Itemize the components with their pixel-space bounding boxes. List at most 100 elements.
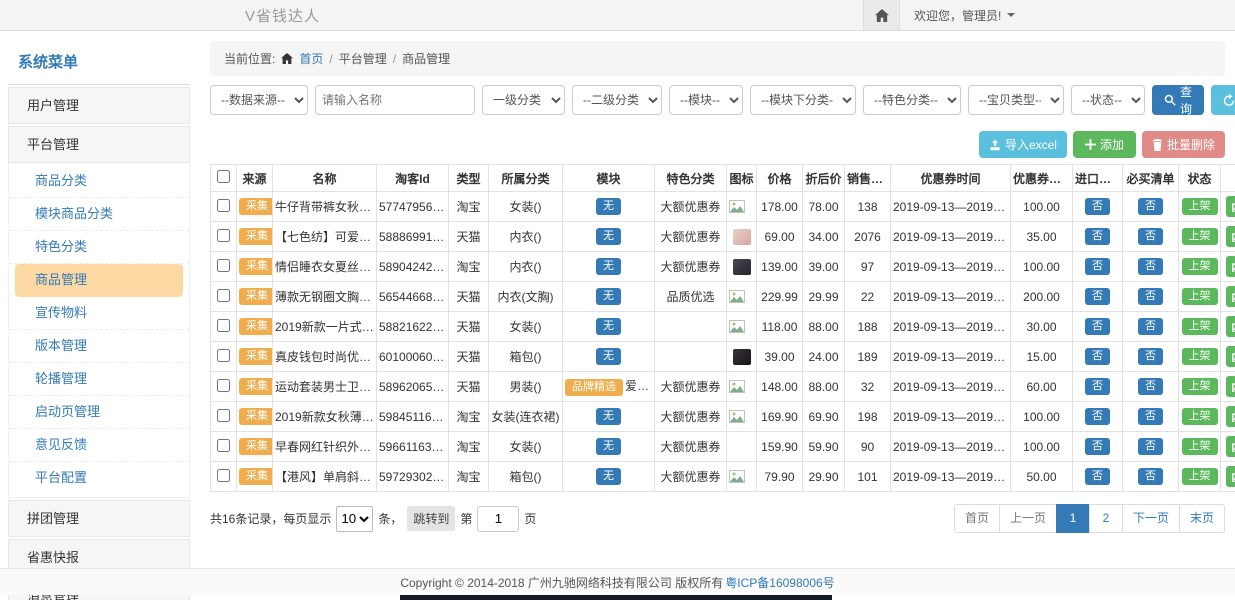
import-select-badge[interactable]: 否 xyxy=(1085,378,1110,395)
user-menu[interactable]: 欢迎您，管理员! xyxy=(914,7,1015,24)
home-button[interactable] xyxy=(863,0,900,30)
icp-link[interactable]: 粤ICP备16098006号 xyxy=(725,574,834,591)
edit-button[interactable] xyxy=(1226,316,1235,337)
must-buy-badge[interactable]: 否 xyxy=(1138,408,1163,425)
must-buy-badge[interactable]: 否 xyxy=(1138,258,1163,275)
search-button[interactable]: 查询 xyxy=(1152,85,1204,115)
cell-must-buy: 否 xyxy=(1123,372,1179,402)
sidebar-subitem[interactable]: 商品管理 xyxy=(15,264,183,297)
filter-select[interactable]: --模块下分类-- xyxy=(750,85,856,115)
row-checkbox[interactable] xyxy=(217,409,230,422)
edit-button[interactable] xyxy=(1226,376,1235,397)
pager-button[interactable]: 2 xyxy=(1089,504,1123,533)
sidebar-subitem[interactable]: 启动页管理 xyxy=(9,396,189,429)
edit-button[interactable] xyxy=(1226,256,1235,277)
status-badge[interactable]: 上架 xyxy=(1182,348,1218,365)
row-checkbox[interactable] xyxy=(217,469,230,482)
row-checkbox[interactable] xyxy=(217,319,230,332)
import-excel-button[interactable]: 导入excel xyxy=(979,131,1067,158)
sidebar-group-item[interactable]: 用户管理 xyxy=(8,87,190,124)
filter-select[interactable]: --二级分类-- xyxy=(572,85,662,115)
import-select-badge[interactable]: 否 xyxy=(1085,408,1110,425)
must-buy-badge[interactable]: 否 xyxy=(1138,438,1163,455)
filter-select[interactable]: --特色分类-- xyxy=(863,85,961,115)
row-checkbox[interactable] xyxy=(217,439,230,452)
cell-feature-category: 大额优惠券 xyxy=(655,222,727,252)
pager-button[interactable]: 下一页 xyxy=(1122,504,1180,533)
import-select-badge[interactable]: 否 xyxy=(1085,198,1110,215)
add-button[interactable]: 添加 xyxy=(1073,131,1136,158)
status-badge[interactable]: 上架 xyxy=(1182,438,1218,455)
must-buy-badge[interactable]: 否 xyxy=(1138,288,1163,305)
edit-button[interactable] xyxy=(1226,226,1235,247)
import-select-badge[interactable]: 否 xyxy=(1085,348,1110,365)
filter-select[interactable]: --宝贝类型-- xyxy=(968,85,1064,115)
must-buy-badge[interactable]: 否 xyxy=(1138,228,1163,245)
row-checkbox[interactable] xyxy=(217,199,230,212)
edit-button[interactable] xyxy=(1226,436,1235,457)
sidebar-subitem[interactable]: 模块商品分类 xyxy=(9,198,189,231)
must-buy-badge[interactable]: 否 xyxy=(1138,198,1163,215)
sidebar-group-item[interactable]: 平台管理 xyxy=(8,126,190,163)
status-badge[interactable]: 上架 xyxy=(1182,378,1218,395)
sidebar-subitem[interactable]: 平台配置 xyxy=(9,462,189,495)
status-badge[interactable]: 上架 xyxy=(1182,228,1218,245)
row-checkbox[interactable] xyxy=(217,289,230,302)
status-badge[interactable]: 上架 xyxy=(1182,468,1218,485)
filter-select[interactable]: 一级分类 xyxy=(482,85,565,115)
import-select-badge[interactable]: 否 xyxy=(1085,468,1110,485)
sidebar-group-item[interactable]: 拼团管理 xyxy=(8,500,190,537)
row-checkbox[interactable] xyxy=(217,379,230,392)
must-buy-badge[interactable]: 否 xyxy=(1138,348,1163,365)
cell-checkbox xyxy=(211,222,237,252)
row-checkbox[interactable] xyxy=(217,349,230,362)
reset-button[interactable]: 重置 xyxy=(1211,85,1235,115)
status-badge[interactable]: 上架 xyxy=(1182,288,1218,305)
chevron-down-icon xyxy=(1007,13,1015,17)
must-buy-badge[interactable]: 否 xyxy=(1138,318,1163,335)
status-badge[interactable]: 上架 xyxy=(1182,408,1218,425)
pager-button[interactable]: 1 xyxy=(1056,504,1090,533)
sidebar-subitem[interactable]: 宣传物料 xyxy=(9,297,189,330)
import-select-badge[interactable]: 否 xyxy=(1085,228,1110,245)
cell-price: 159.90 xyxy=(757,432,803,462)
status-badge[interactable]: 上架 xyxy=(1182,258,1218,275)
import-select-badge[interactable]: 否 xyxy=(1085,438,1110,455)
sidebar-subitem[interactable]: 商品分类 xyxy=(9,165,189,198)
status-badge[interactable]: 上架 xyxy=(1182,198,1218,215)
filter-select[interactable]: --模块-- xyxy=(669,85,743,115)
pager-button[interactable]: 首页 xyxy=(954,504,1000,533)
sidebar-subitem[interactable]: 特色分类 xyxy=(9,231,189,264)
import-select-badge[interactable]: 否 xyxy=(1085,258,1110,275)
cell-status: 上架 xyxy=(1179,342,1221,372)
edit-button[interactable] xyxy=(1226,466,1235,487)
sidebar-subitem[interactable]: 轮播管理 xyxy=(9,363,189,396)
row-checkbox[interactable] xyxy=(217,229,230,242)
name-search-input[interactable] xyxy=(315,85,475,115)
pager-button[interactable]: 上一页 xyxy=(999,504,1057,533)
filter-select[interactable]: --状态-- xyxy=(1071,85,1145,115)
row-checkbox[interactable] xyxy=(217,259,230,272)
edit-button[interactable] xyxy=(1226,406,1235,427)
edit-button[interactable] xyxy=(1226,286,1235,307)
data-source-select[interactable]: --数据来源-- xyxy=(210,85,308,115)
edit-button[interactable] xyxy=(1226,196,1235,217)
sidebar-subitem[interactable]: 意见反馈 xyxy=(9,429,189,462)
batch-delete-button[interactable]: 批量删除 xyxy=(1142,131,1225,158)
per-page-select[interactable]: 10 xyxy=(336,506,373,532)
page-jump-input[interactable] xyxy=(477,506,519,532)
status-badge[interactable]: 上架 xyxy=(1182,318,1218,335)
cell-coupon-time: 2019-09-13—2019-09-20 xyxy=(891,342,1011,372)
cell-type: 淘宝 xyxy=(449,402,489,432)
breadcrumb-home-link[interactable]: 首页 xyxy=(299,50,323,67)
must-buy-badge[interactable]: 否 xyxy=(1138,468,1163,485)
import-select-badge[interactable]: 否 xyxy=(1085,288,1110,305)
jump-to-button[interactable]: 跳转到 xyxy=(407,506,455,531)
edit-button[interactable] xyxy=(1226,346,1235,367)
pager-button[interactable]: 末页 xyxy=(1179,504,1225,533)
import-select-badge[interactable]: 否 xyxy=(1085,318,1110,335)
select-all-checkbox[interactable] xyxy=(217,170,230,183)
sidebar-subitem[interactable]: 版本管理 xyxy=(9,330,189,363)
cell-type: 天猫 xyxy=(449,282,489,312)
must-buy-badge[interactable]: 否 xyxy=(1138,378,1163,395)
